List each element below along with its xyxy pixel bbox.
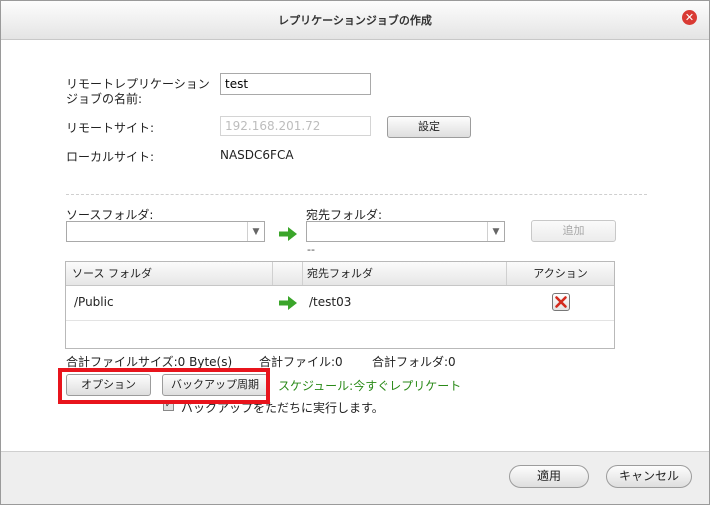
col-action: アクション bbox=[533, 267, 588, 280]
apply-button[interactable]: 適用 bbox=[509, 465, 589, 488]
total-folders: 合計フォルダ:0 bbox=[372, 355, 456, 369]
table-header: ソース フォルダ 宛先フォルダ アクション bbox=[66, 262, 614, 286]
row-dest-folder: /test03 bbox=[309, 295, 352, 309]
add-button[interactable]: 追加 bbox=[531, 220, 616, 242]
col-dest-folder: 宛先フォルダ bbox=[303, 262, 507, 285]
dialog-footer: 適用 キャンセル bbox=[1, 451, 709, 504]
col-source-folder: ソース フォルダ bbox=[66, 262, 273, 285]
schedule-text: スケジュール:今すぐレプリケート bbox=[278, 379, 462, 393]
close-icon[interactable]: ✕ bbox=[682, 10, 697, 25]
dialog-title: レプリケーションジョブの作成 bbox=[278, 14, 432, 27]
total-files: 合計ファイル:0 bbox=[259, 355, 343, 369]
delete-icon[interactable] bbox=[552, 293, 570, 311]
arrow-right-icon bbox=[279, 296, 297, 313]
dialog-titlebar: レプリケーションジョブの作成 ✕ bbox=[1, 1, 709, 40]
dest-folder-hint: -- bbox=[307, 243, 315, 256]
highlight-box bbox=[58, 368, 270, 404]
settings-button[interactable]: 設定 bbox=[387, 116, 471, 138]
row-source-folder: /Public bbox=[74, 295, 114, 309]
local-site-label: ローカルサイト: bbox=[66, 150, 155, 164]
arrow-right-icon bbox=[279, 227, 297, 241]
job-name-label: リモートレプリケーションジョブの名前: bbox=[66, 77, 210, 106]
table-row: /Public /test03 bbox=[66, 285, 614, 321]
source-folder-select[interactable]: ▼ bbox=[66, 221, 265, 242]
remote-site-label: リモートサイト: bbox=[66, 121, 155, 135]
cancel-button[interactable]: キャンセル bbox=[606, 465, 692, 488]
folder-pair-table: ソース フォルダ 宛先フォルダ アクション /Public /test03 bbox=[65, 261, 615, 349]
dest-folder-select[interactable]: ▼ bbox=[306, 221, 505, 242]
remote-site-input bbox=[220, 116, 371, 136]
create-replication-job-dialog: レプリケーションジョブの作成 ✕ リモートレプリケーションジョブの名前: リモー… bbox=[0, 0, 710, 505]
chevron-down-icon: ▼ bbox=[247, 222, 264, 241]
section-divider bbox=[66, 194, 647, 195]
local-site-value: NASDC6FCA bbox=[220, 148, 294, 162]
job-name-input[interactable] bbox=[220, 73, 371, 95]
col-arrow bbox=[273, 262, 303, 285]
chevron-down-icon: ▼ bbox=[487, 222, 504, 241]
